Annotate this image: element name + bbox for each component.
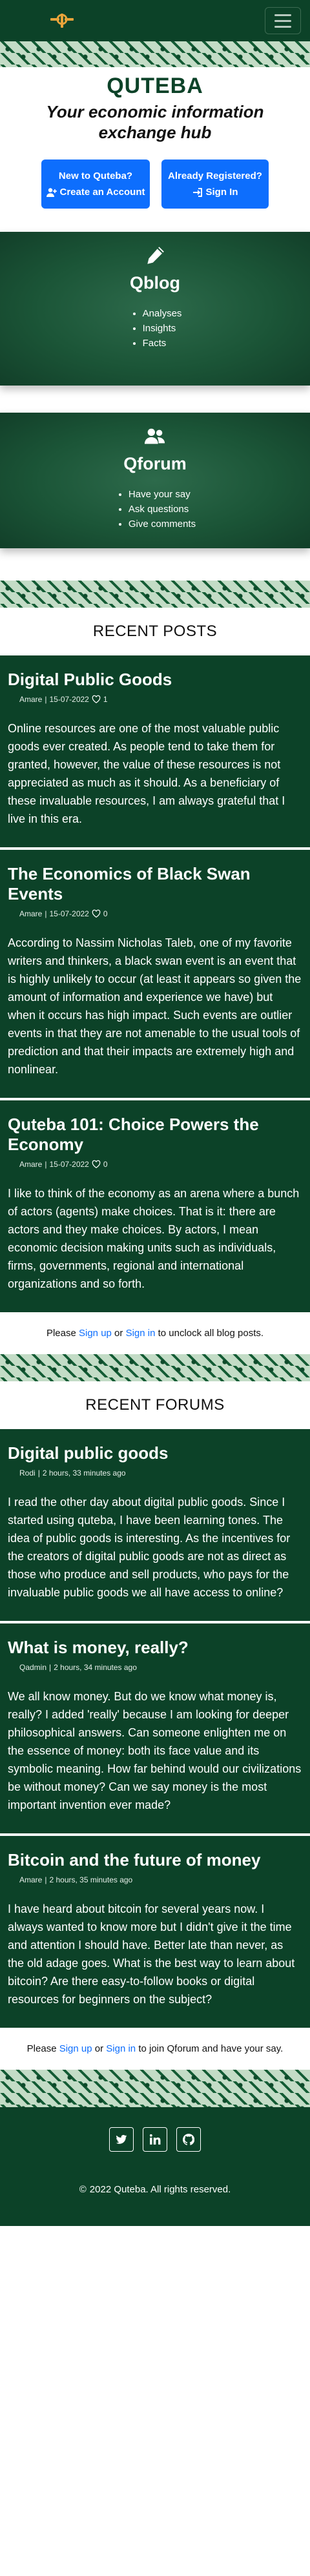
forum-body: I have heard about bitcoin for several y…	[8, 1902, 295, 2006]
post-date: 15-07-2022	[49, 909, 89, 918]
pattern-strip	[0, 581, 310, 608]
new-prompt: New to Quteba?	[58, 170, 133, 181]
forum-time: 2 hours, 33 minutes ago	[42, 1468, 126, 1478]
social-links	[0, 2107, 310, 2165]
linkedin-icon[interactable]	[143, 2127, 167, 2152]
twitter-icon[interactable]	[109, 2127, 134, 2152]
tagline: Your economic information exchange hub	[46, 102, 264, 142]
pattern-strip	[0, 2070, 310, 2107]
forum-author: Qadmin	[19, 1663, 47, 1672]
post-meta: Amare | 15-07-2022 0	[19, 1160, 108, 1169]
blog-signup-notice: Please Sign up or Sign in to unclock all…	[0, 1315, 310, 1354]
recent-forums-heading: RECENT FORUMS	[0, 1381, 310, 1429]
post-author: Amare	[19, 1160, 43, 1169]
post-date: 15-07-2022	[49, 695, 89, 704]
post-title[interactable]: The Economics of Black Swan Events	[8, 864, 302, 904]
hero: QUTEBA Your economic information exchang…	[0, 67, 310, 232]
site-title: QUTEBA	[107, 74, 203, 98]
post-card[interactable]: The Economics of Black Swan Events Amare…	[0, 850, 310, 1100]
pen-icon	[147, 247, 164, 264]
copyright-text: 2022 Quteba. All rights reserved.	[89, 2183, 231, 2195]
post-body: Online resources are one of the most val…	[8, 722, 285, 825]
forum-meta: Qadmin | 2 hours, 34 minutes ago	[19, 1663, 137, 1672]
sign-in-label: Sign In	[205, 187, 238, 198]
qforum-title: Qforum	[123, 454, 187, 473]
footer: © 2022 Quteba. All rights reserved.	[0, 2107, 310, 2226]
sign-in-icon	[192, 187, 202, 197]
sign-in-button[interactable]: Already Registered? Sign In	[161, 160, 269, 209]
pattern-strip	[0, 1354, 310, 1381]
navbar	[0, 0, 310, 41]
post-title[interactable]: Quteba 101: Choice Powers the Economy	[8, 1115, 302, 1155]
post-meta: Amare | 15-07-2022 1	[19, 695, 108, 704]
quteba-logo[interactable]	[49, 12, 75, 29]
list-item: Facts	[143, 336, 182, 351]
post-author: Amare	[19, 695, 43, 704]
heart-icon[interactable]	[92, 1160, 101, 1169]
forum-title[interactable]: Digital public goods	[8, 1443, 302, 1463]
post-body: According to Nassim Nicholas Taleb, one …	[8, 936, 302, 1076]
sign-up-link[interactable]: Sign up	[59, 2043, 92, 2054]
forum-body: We all know money. But do we know what m…	[8, 1690, 302, 1811]
sign-in-link[interactable]: Sign in	[106, 2043, 136, 2054]
pattern-strip	[0, 41, 310, 67]
cta-row: New to Quteba? Create an Account Already…	[13, 160, 297, 209]
like-count: 0	[103, 1160, 108, 1169]
list-item: Insights	[143, 321, 182, 336]
copyright: © 2022 Quteba. All rights reserved.	[0, 2165, 310, 2226]
list-item: Analyses	[143, 306, 182, 321]
copyright-icon: ©	[79, 2183, 87, 2195]
qblog-list: Analyses Insights Facts	[129, 306, 182, 351]
forum-meta: Rodi | 2 hours, 33 minutes ago	[19, 1468, 126, 1478]
sign-up-link[interactable]: Sign up	[79, 1328, 112, 1339]
recent-posts-heading: RECENT POSTS	[0, 608, 310, 655]
registered-prompt: Already Registered?	[168, 170, 262, 181]
user-plus-icon	[46, 187, 57, 197]
list-item: Ask questions	[129, 502, 196, 517]
list-item: Have your say	[129, 487, 196, 502]
forum-title[interactable]: Bitcoin and the future of money	[8, 1850, 302, 1870]
sign-in-link[interactable]: Sign in	[126, 1328, 156, 1339]
post-title[interactable]: Digital Public Goods	[8, 670, 302, 690]
forum-body: I read the other day about digital publi…	[8, 1496, 291, 1599]
forum-author: Rodi	[19, 1468, 36, 1478]
qblog-title: Qblog	[130, 273, 180, 293]
qblog-card[interactable]: Qblog Analyses Insights Facts	[0, 232, 310, 386]
users-icon	[144, 428, 165, 444]
create-account-label: Create an Account	[59, 187, 145, 198]
forum-signup-notice: Please Sign up or Sign in to join Qforum…	[0, 2030, 310, 2070]
features: Qblog Analyses Insights Facts Qforum Hav…	[0, 232, 310, 581]
forum-time: 2 hours, 34 minutes ago	[54, 1663, 137, 1672]
like-count: 1	[103, 695, 108, 704]
list-item: Give comments	[129, 517, 196, 531]
forum-meta: Amare | 2 hours, 35 minutes ago	[19, 1875, 133, 1884]
create-account-button[interactable]: New to Quteba? Create an Account	[41, 160, 150, 209]
forum-card[interactable]: Digital public goods Rodi | 2 hours, 33 …	[0, 1429, 310, 1623]
post-author: Amare	[19, 909, 43, 918]
like-count: 0	[103, 909, 108, 918]
forum-time: 2 hours, 35 minutes ago	[49, 1875, 133, 1884]
qforum-list: Have your say Ask questions Give comment…	[114, 487, 196, 531]
forum-title[interactable]: What is money, really?	[8, 1638, 302, 1658]
post-date: 15-07-2022	[49, 1160, 89, 1169]
post-card[interactable]: Digital Public Goods Amare | 15-07-2022 …	[0, 655, 310, 850]
github-icon[interactable]	[176, 2127, 201, 2152]
heart-icon[interactable]	[92, 695, 101, 704]
forum-author: Amare	[19, 1875, 43, 1884]
hamburger-icon[interactable]	[265, 7, 301, 34]
heart-icon[interactable]	[92, 909, 101, 918]
forum-card[interactable]: What is money, really? Qadmin | 2 hours,…	[0, 1623, 310, 1836]
post-meta: Amare | 15-07-2022 0	[19, 909, 108, 918]
forum-card[interactable]: Bitcoin and the future of money Amare | …	[0, 1836, 310, 2030]
qforum-card[interactable]: Qforum Have your say Ask questions Give …	[0, 413, 310, 548]
post-card[interactable]: Quteba 101: Choice Powers the Economy Am…	[0, 1100, 310, 1315]
post-body: I like to think of the economy as an are…	[8, 1187, 300, 1290]
